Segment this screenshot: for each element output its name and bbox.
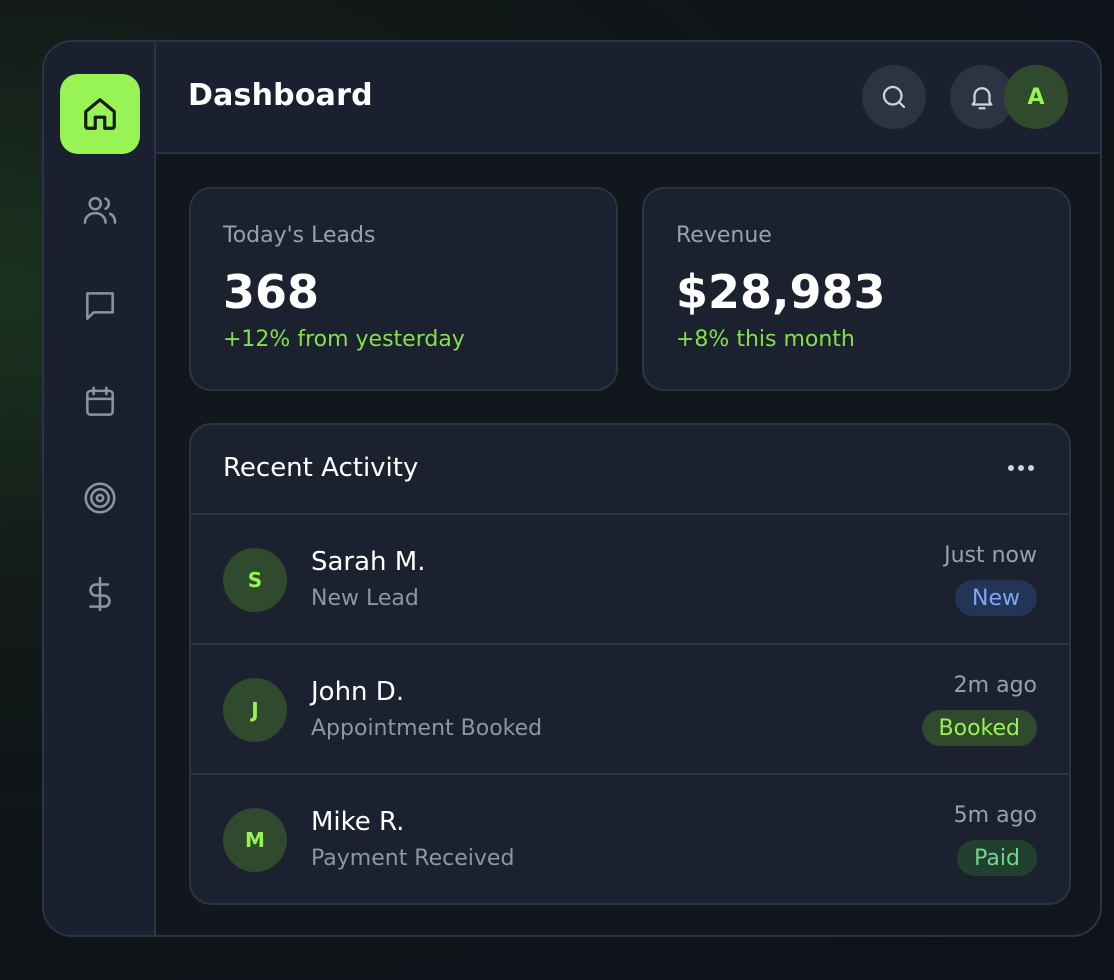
calendar-icon <box>86 386 114 416</box>
leads-value: 368 <box>223 265 320 319</box>
avatar: M <box>223 808 287 872</box>
search-icon <box>882 85 906 109</box>
revenue-delta: +8% this month <box>676 327 855 352</box>
status-badge: Paid <box>957 840 1037 876</box>
message-icon <box>86 292 114 320</box>
user-avatar[interactable]: A <box>1004 65 1068 129</box>
more-options-button[interactable] <box>1003 453 1039 483</box>
status-badge: New <box>955 580 1037 616</box>
page-title: Dashboard <box>188 78 373 113</box>
activity-time: 5m ago <box>953 803 1037 828</box>
target-icon <box>84 482 116 514</box>
status-badge: Booked <box>921 710 1037 746</box>
activity-time: Just now <box>944 543 1037 568</box>
search-button[interactable] <box>862 65 926 129</box>
activity-title: Recent Activity <box>223 453 419 483</box>
leads-card: Today's Leads 368 +12% from yesterday <box>189 187 618 391</box>
activity-row[interactable]: M Mike R. Payment Received 5m ago Paid <box>191 775 1069 905</box>
activity-action: Payment Received <box>311 846 515 871</box>
activity-header: Recent Activity <box>191 425 1069 515</box>
activity-action: New Lead <box>311 586 419 611</box>
more-horizontal-icon <box>1008 465 1034 471</box>
top-header: Dashboard A <box>156 42 1100 154</box>
dollar-icon <box>89 576 111 612</box>
sidebar-item-targets[interactable] <box>60 458 140 538</box>
sidebar-item-home[interactable] <box>60 74 140 154</box>
activity-row[interactable]: J John D. Appointment Booked 2m ago Book… <box>191 645 1069 775</box>
activity-time: 2m ago <box>953 673 1037 698</box>
home-icon <box>84 98 116 130</box>
revenue-card: Revenue $28,983 +8% this month <box>642 187 1071 391</box>
sidebar <box>44 42 156 935</box>
sidebar-item-calendar[interactable] <box>60 362 140 442</box>
activity-name: Mike R. <box>311 807 405 837</box>
revenue-label: Revenue <box>676 223 772 248</box>
sidebar-item-messages[interactable] <box>60 266 140 346</box>
activity-row[interactable]: S Sarah M. New Lead Just now New <box>191 515 1069 645</box>
recent-activity-card: Recent Activity S Sarah M. New Lead Just… <box>189 423 1071 905</box>
leads-label: Today's Leads <box>223 223 376 248</box>
sidebar-item-billing[interactable] <box>60 554 140 634</box>
activity-action: Appointment Booked <box>311 716 543 741</box>
app-window: Dashboard A Today's Leads 368 +12% from … <box>42 40 1102 937</box>
revenue-value: $28,983 <box>676 265 886 319</box>
activity-name: John D. <box>311 677 405 707</box>
leads-delta: +12% from yesterday <box>223 327 465 352</box>
bell-icon <box>971 87 993 110</box>
sidebar-item-users[interactable] <box>60 170 140 250</box>
avatar: S <box>223 548 287 612</box>
users-icon <box>83 196 117 224</box>
avatar: J <box>223 678 287 742</box>
activity-name: Sarah M. <box>311 547 426 577</box>
